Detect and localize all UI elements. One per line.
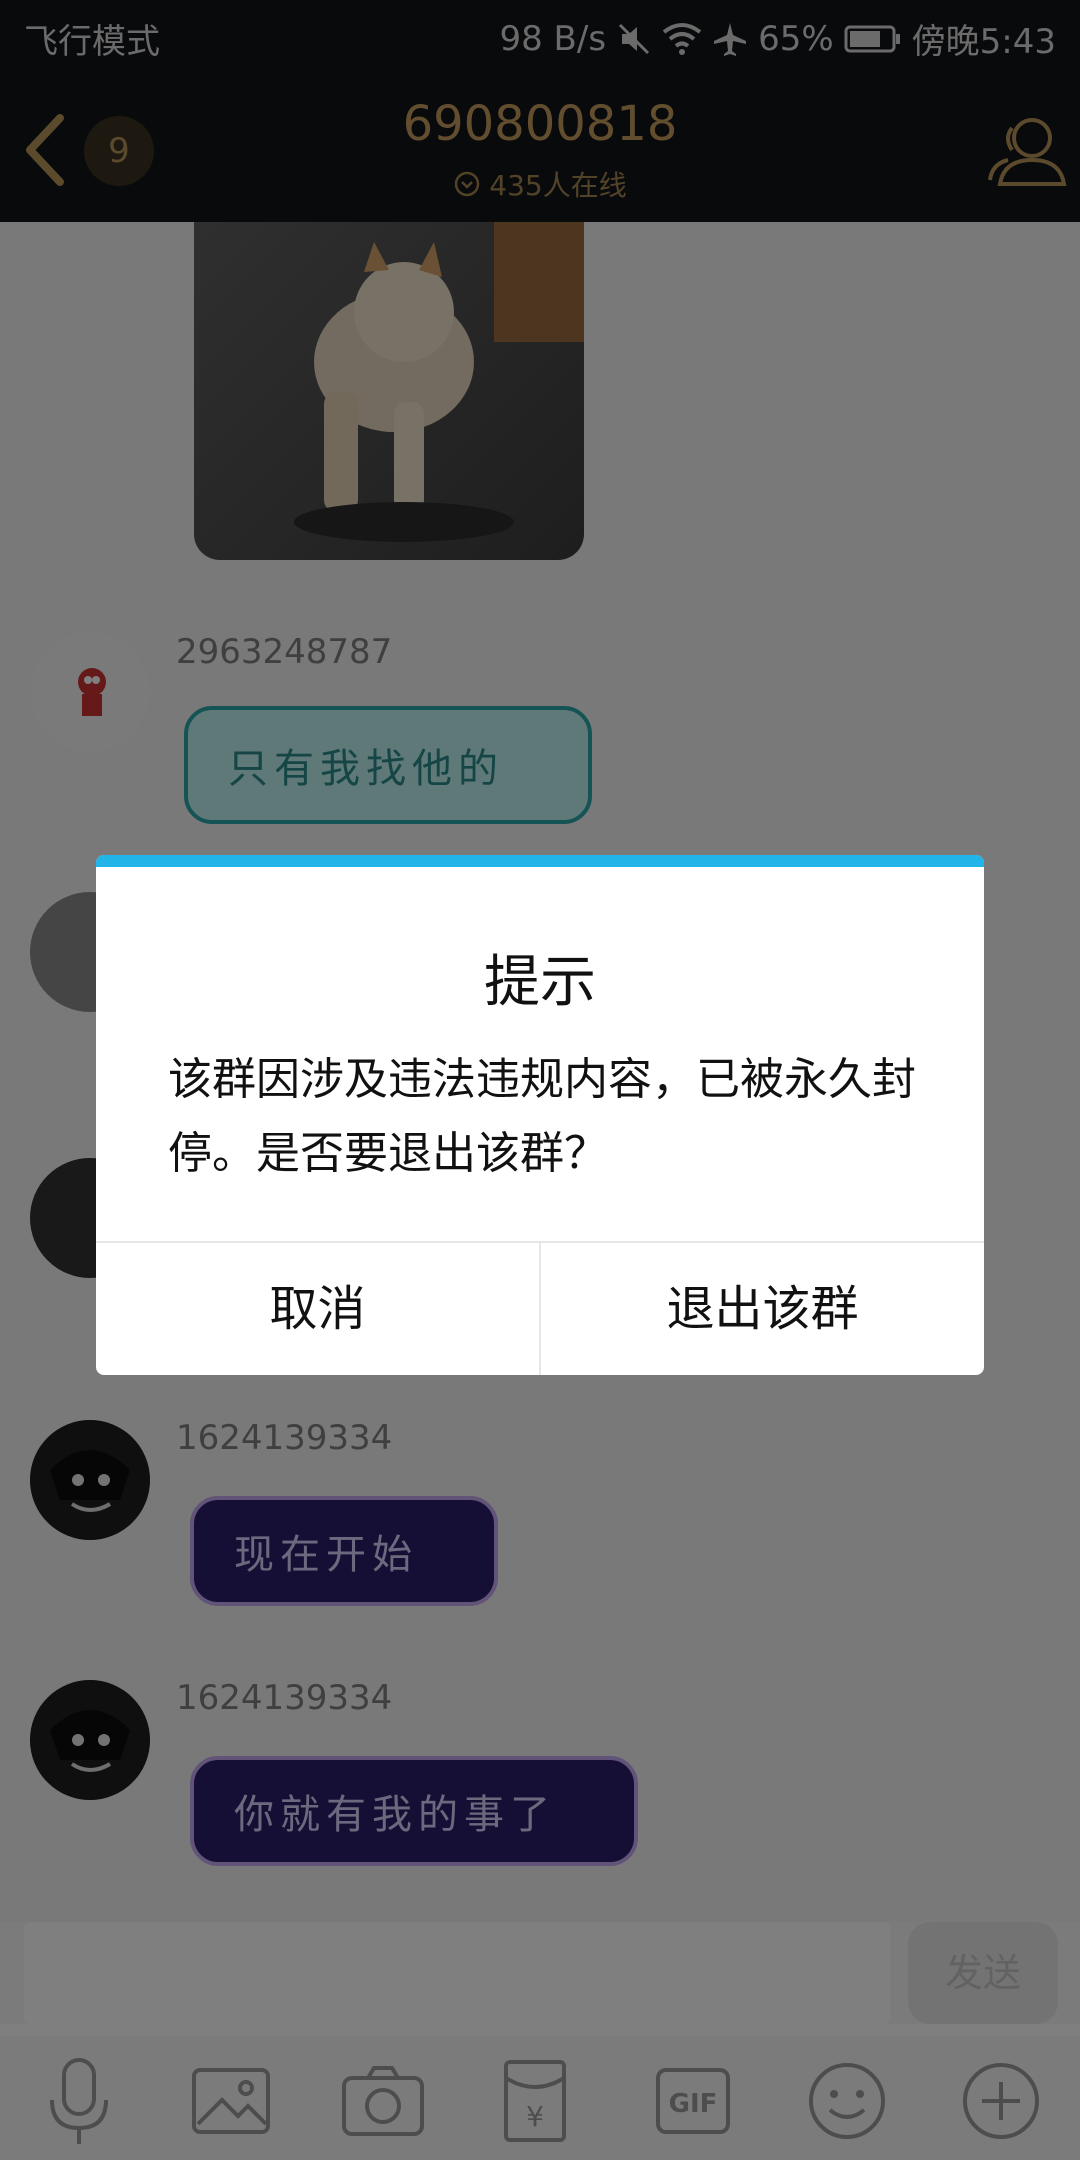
cancel-button[interactable]: 取消 — [96, 1243, 539, 1375]
dialog-message: 该群因涉及违法违规内容，已被永久封停。是否要退出该群？ — [168, 1054, 916, 1179]
alert-dialog: 提示 该群因涉及违法违规内容，已被永久封停。是否要退出该群？ 取消 退出该群 — [96, 855, 984, 1375]
dialog-title: 提示 — [484, 950, 596, 1015]
dialog-accent-bar — [96, 855, 984, 867]
exit-group-button[interactable]: 退出该群 — [541, 1243, 984, 1375]
